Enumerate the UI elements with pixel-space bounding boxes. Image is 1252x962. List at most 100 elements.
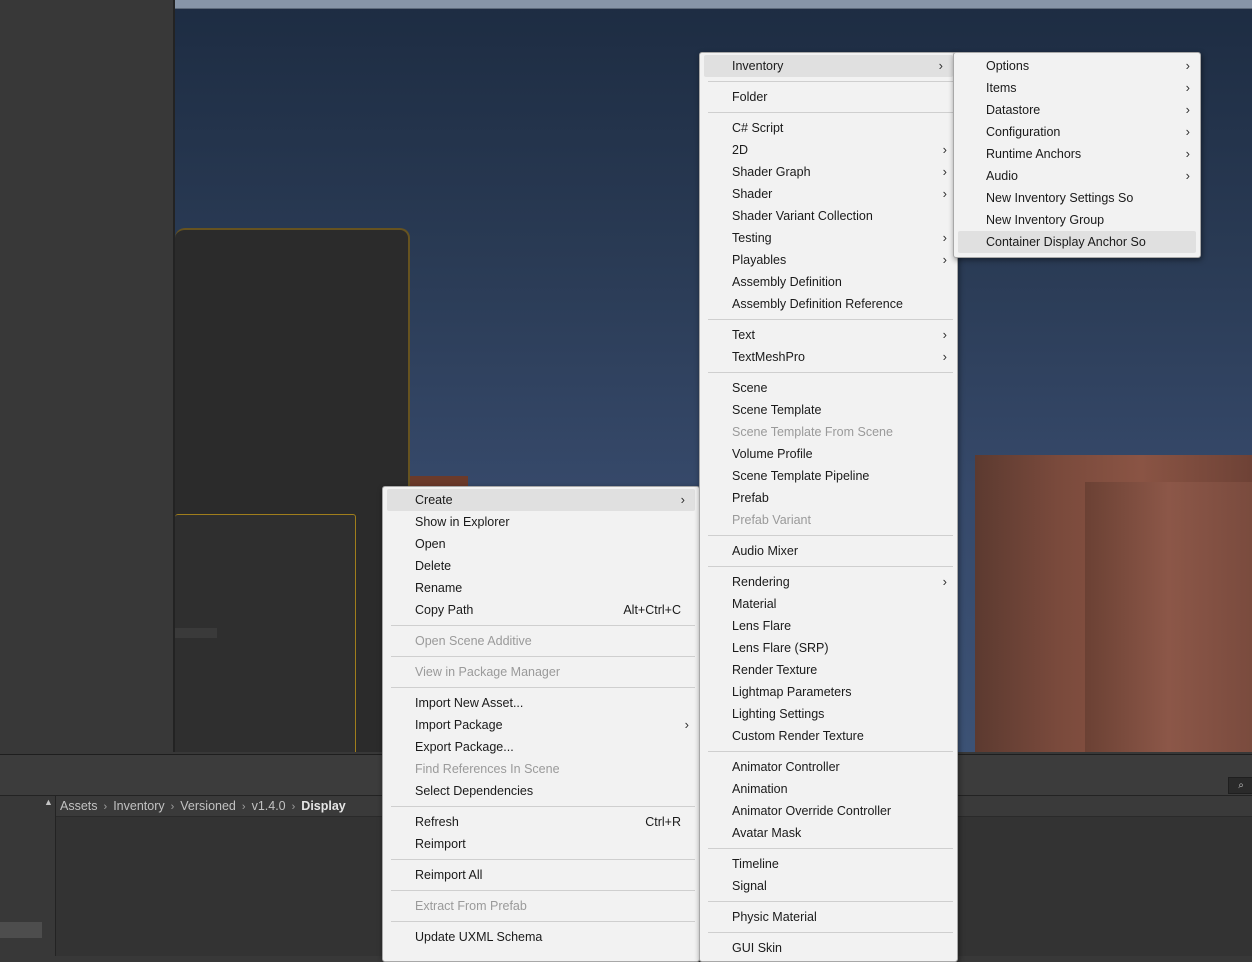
menu-separator <box>708 566 953 567</box>
menu-item-label: Audio <box>986 169 1018 183</box>
context-menu-item-copy-path[interactable]: Copy Path Alt+Ctrl+C <box>383 599 699 621</box>
context-menu-item-update-uxml-schema[interactable]: Update UXML Schema <box>383 926 699 948</box>
create-menu-item-audio-mixer[interactable]: Audio Mixer <box>700 540 957 562</box>
create-menu-item-c-script[interactable]: C# Script <box>700 117 957 139</box>
menu-item-label: Reimport All <box>415 868 483 882</box>
project-folder-tree-selected[interactable] <box>0 922 42 938</box>
menu-item-label: Import Package <box>415 718 503 732</box>
create-menu-item-testing[interactable]: Testing › <box>700 227 957 249</box>
context-menu-item-import-new-asset[interactable]: Import New Asset... <box>383 692 699 714</box>
menu-item-label: Export Package... <box>415 740 514 754</box>
search-icon[interactable]: ⌕ <box>1228 777 1252 794</box>
create-menu-item-2d[interactable]: 2D › <box>700 139 957 161</box>
menu-separator <box>708 112 953 113</box>
menu-item-label: Show in Explorer <box>415 515 510 529</box>
menu-item-label: Animation <box>732 782 788 796</box>
context-menu-item-refresh[interactable]: Refresh Ctrl+R <box>383 811 699 833</box>
menu-item-label: New Inventory Group <box>986 213 1105 227</box>
menu-item-label: Open <box>415 537 446 551</box>
create-menu-item-animation[interactable]: Animation <box>700 778 957 800</box>
create-menu-item-custom-render-texture[interactable]: Custom Render Texture <box>700 725 957 747</box>
create-menu-item-textmeshpro[interactable]: TextMeshPro › <box>700 346 957 368</box>
create-menu-item-shader-graph[interactable]: Shader Graph › <box>700 161 957 183</box>
menu-item-label: Signal <box>732 879 767 893</box>
inventory-menu-item-configuration[interactable]: Configuration › <box>954 121 1200 143</box>
menu-item-label: Lightmap Parameters <box>732 685 852 699</box>
create-menu-item-scene[interactable]: Scene <box>700 377 957 399</box>
inventory-menu-item-new-inventory-group[interactable]: New Inventory Group <box>954 209 1200 231</box>
menu-item-label: Extract From Prefab <box>415 899 527 913</box>
create-menu-item-animator-override-controller[interactable]: Animator Override Controller <box>700 800 957 822</box>
menu-item-label: Shader Variant Collection <box>732 209 873 223</box>
create-menu-item-text[interactable]: Text › <box>700 324 957 346</box>
chevron-right-icon: › <box>942 574 947 589</box>
menu-item-label: Create <box>415 493 453 507</box>
create-menu-item-animator-controller[interactable]: Animator Controller <box>700 756 957 778</box>
chevron-right-icon: › <box>1185 146 1190 161</box>
create-menu-item-signal[interactable]: Signal <box>700 875 957 897</box>
breadcrumb-item-display[interactable]: Display <box>301 799 345 813</box>
create-menu-item-scene-template-from-scene: Scene Template From Scene <box>700 421 957 443</box>
create-menu-item-lightmap-parameters[interactable]: Lightmap Parameters <box>700 681 957 703</box>
context-menu-item-reimport-all[interactable]: Reimport All <box>383 864 699 886</box>
create-menu-item-playables[interactable]: Playables › <box>700 249 957 271</box>
inventory-menu-item-container-display-anchor-so[interactable]: Container Display Anchor So <box>958 231 1196 253</box>
create-menu-item-render-texture[interactable]: Render Texture <box>700 659 957 681</box>
create-menu-item-rendering[interactable]: Rendering › <box>700 571 957 593</box>
menu-item-label: New Inventory Settings So <box>986 191 1134 205</box>
menu-separator <box>708 535 953 536</box>
menu-item-label: Text <box>732 328 755 342</box>
create-menu-item-folder[interactable]: Folder <box>700 86 957 108</box>
menu-item-label: Testing <box>732 231 772 245</box>
menu-item-label: Prefab Variant <box>732 513 811 527</box>
inventory-menu-item-options[interactable]: Options › <box>954 55 1200 77</box>
create-menu-item-shader[interactable]: Shader › <box>700 183 957 205</box>
menu-separator <box>391 625 695 626</box>
create-menu-item-material[interactable]: Material <box>700 593 957 615</box>
create-menu-item-physic-material[interactable]: Physic Material <box>700 906 957 928</box>
menu-item-label: Delete <box>415 559 452 573</box>
breadcrumb-item-assets[interactable]: Assets <box>60 799 98 813</box>
context-menu-item-open[interactable]: Open <box>383 533 699 555</box>
breadcrumb-item-versioned[interactable]: Versioned <box>180 799 236 813</box>
inventory-menu-item-runtime-anchors[interactable]: Runtime Anchors › <box>954 143 1200 165</box>
chevron-right-icon: › <box>1185 80 1190 95</box>
create-menu-item-assembly-definition-reference[interactable]: Assembly Definition Reference <box>700 293 957 315</box>
inventory-menu-item-items[interactable]: Items › <box>954 77 1200 99</box>
context-menu-item-delete[interactable]: Delete <box>383 555 699 577</box>
create-menu-item-inventory[interactable]: Inventory › <box>704 55 953 77</box>
breadcrumb-separator-icon: › <box>170 801 175 813</box>
context-menu-item-rename[interactable]: Rename <box>383 577 699 599</box>
chevron-right-icon: › <box>1185 168 1190 183</box>
create-menu-item-scene-template[interactable]: Scene Template <box>700 399 957 421</box>
context-menu-item-create[interactable]: Create › <box>387 489 695 511</box>
scene-ui-bar <box>175 628 217 638</box>
create-menu-item-shader-variant-collection[interactable]: Shader Variant Collection <box>700 205 957 227</box>
inventory-menu-item-audio[interactable]: Audio › <box>954 165 1200 187</box>
context-menu-item-show-in-explorer[interactable]: Show in Explorer <box>383 511 699 533</box>
collapse-arrow-icon[interactable]: ▲ <box>44 797 54 809</box>
context-menu-item-export-package[interactable]: Export Package... <box>383 736 699 758</box>
menu-item-label: Physic Material <box>732 910 817 924</box>
inventory-menu-item-datastore[interactable]: Datastore › <box>954 99 1200 121</box>
menu-item-label: Lighting Settings <box>732 707 825 721</box>
menu-separator <box>391 890 695 891</box>
menu-separator <box>708 751 953 752</box>
create-menu-item-prefab[interactable]: Prefab <box>700 487 957 509</box>
breadcrumb-item-inventory[interactable]: Inventory <box>113 799 164 813</box>
create-menu-item-timeline[interactable]: Timeline <box>700 853 957 875</box>
create-menu-item-lens-flare-srp[interactable]: Lens Flare (SRP) <box>700 637 957 659</box>
create-menu-item-avatar-mask[interactable]: Avatar Mask <box>700 822 957 844</box>
context-menu-item-import-package[interactable]: Import Package › <box>383 714 699 736</box>
inventory-menu-item-new-inventory-settings-so[interactable]: New Inventory Settings So <box>954 187 1200 209</box>
create-menu-item-scene-template-pipeline[interactable]: Scene Template Pipeline <box>700 465 957 487</box>
create-menu-item-lens-flare[interactable]: Lens Flare <box>700 615 957 637</box>
context-menu-item-reimport[interactable]: Reimport <box>383 833 699 855</box>
breadcrumb-item-v1-4-0[interactable]: v1.4.0 <box>252 799 286 813</box>
create-menu-item-volume-profile[interactable]: Volume Profile <box>700 443 957 465</box>
inventory-submenu: Options › Items › Datastore › Configuration › Ru… <box>953 52 1201 258</box>
create-menu-item-assembly-definition[interactable]: Assembly Definition <box>700 271 957 293</box>
create-menu-item-lighting-settings[interactable]: Lighting Settings <box>700 703 957 725</box>
menu-item-label: Open Scene Additive <box>415 634 532 648</box>
context-menu-item-select-dependencies[interactable]: Select Dependencies <box>383 780 699 802</box>
